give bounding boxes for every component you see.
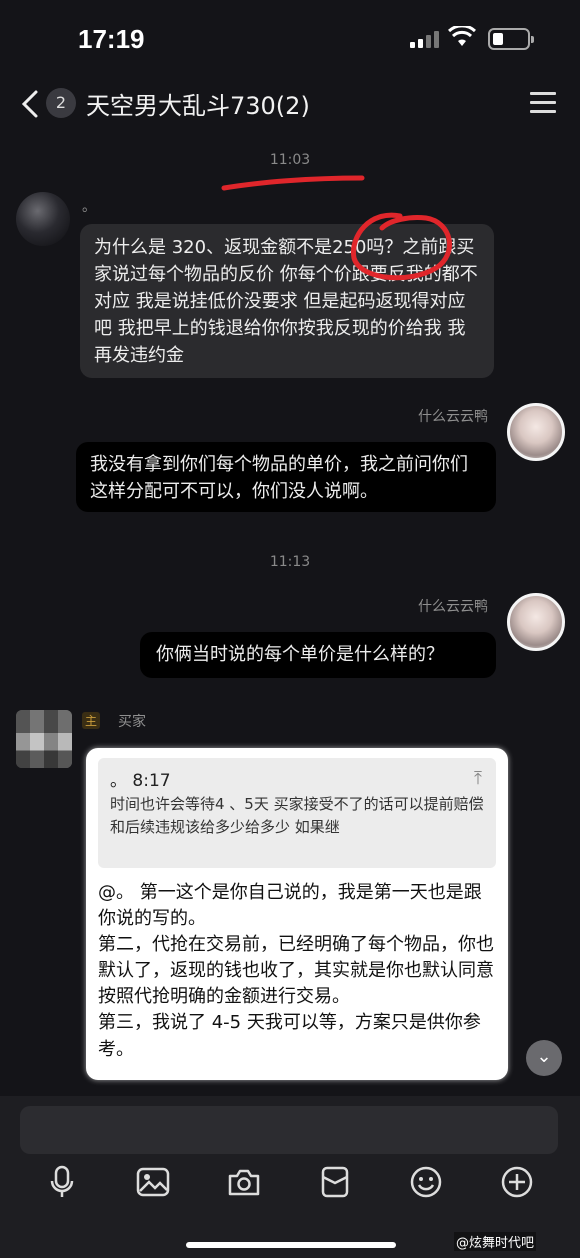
watermark: @炫舞时代吧 — [454, 1232, 537, 1251]
status-bar: 17:19 — [0, 0, 580, 80]
add-icon[interactable] — [497, 1162, 537, 1202]
home-indicator[interactable] — [186, 1242, 396, 1248]
composer-toolbar — [0, 1162, 580, 1206]
message-input[interactable] — [20, 1106, 558, 1154]
sender-name: 。 — [82, 199, 96, 215]
wifi-icon — [448, 26, 476, 46]
quoted-header: 。 8:17 — [110, 771, 171, 791]
back-arrow-icon[interactable] — [18, 88, 42, 120]
menu-icon[interactable] — [530, 92, 556, 114]
message-bubble[interactable]: 你俩当时说的每个单价是什么样的？ — [140, 632, 496, 678]
scroll-down-icon[interactable]: ⌄ — [526, 1040, 562, 1076]
chat-header: 2 天空男大乱斗730(2) — [0, 80, 580, 128]
emoji-icon[interactable] — [406, 1162, 446, 1202]
cellular-signal-icon — [410, 30, 439, 48]
avatar[interactable] — [507, 593, 565, 651]
camera-icon[interactable] — [224, 1162, 264, 1202]
timestamp: 11:13 — [269, 554, 311, 570]
microphone-icon[interactable] — [42, 1162, 82, 1202]
image-icon[interactable] — [133, 1162, 173, 1202]
reply-text: @。 第一这个是你自己说的，我是第一天也是跟你说的写的。 第二，代抢在交易前，已… — [98, 882, 494, 1060]
avatar[interactable] — [507, 403, 565, 461]
red-underline-annotation — [221, 175, 365, 191]
quoted-reply-bubble[interactable]: 。 8:17 时间也许会等待4 、5天 买家接受不了的话可以提前赔偿和后续违规该… — [86, 748, 508, 1080]
quoted-text: 时间也许会等待4 、5天 买家接受不了的话可以提前赔偿和后续违规该给多少给多少 … — [110, 795, 484, 837]
sender-name: 什么云云鸭 — [418, 409, 488, 425]
group-title: 天空男大乱斗730(2) — [86, 92, 310, 120]
owner-tag: 主 — [82, 712, 101, 729]
timestamp: 11:03 — [269, 152, 311, 168]
avatar[interactable] — [16, 710, 72, 768]
message-bubble[interactable]: 我没有拿到你们每个物品的单价，我之前问你们这样分配可不可以，你们没人说啊。 — [76, 442, 496, 512]
red-packet-icon[interactable] — [315, 1162, 355, 1202]
status-time: 17:19 — [78, 24, 145, 54]
quoted-message[interactable]: 。 8:17 时间也许会等待4 、5天 买家接受不了的话可以提前赔偿和后续违规该… — [98, 758, 496, 868]
jump-to-top-icon[interactable]: ⤒ — [474, 768, 482, 789]
unread-badge[interactable]: 2 — [46, 88, 76, 118]
message-bubble[interactable]: 为什么是 320、返现金额不是250吗？之前跟买家说过每个物品的反价 你每个价跟… — [80, 224, 494, 378]
avatar[interactable] — [16, 192, 70, 246]
sender-name: 买家 — [118, 714, 146, 730]
sender-name: 什么云云鸭 — [418, 599, 488, 615]
battery-icon — [488, 28, 534, 50]
